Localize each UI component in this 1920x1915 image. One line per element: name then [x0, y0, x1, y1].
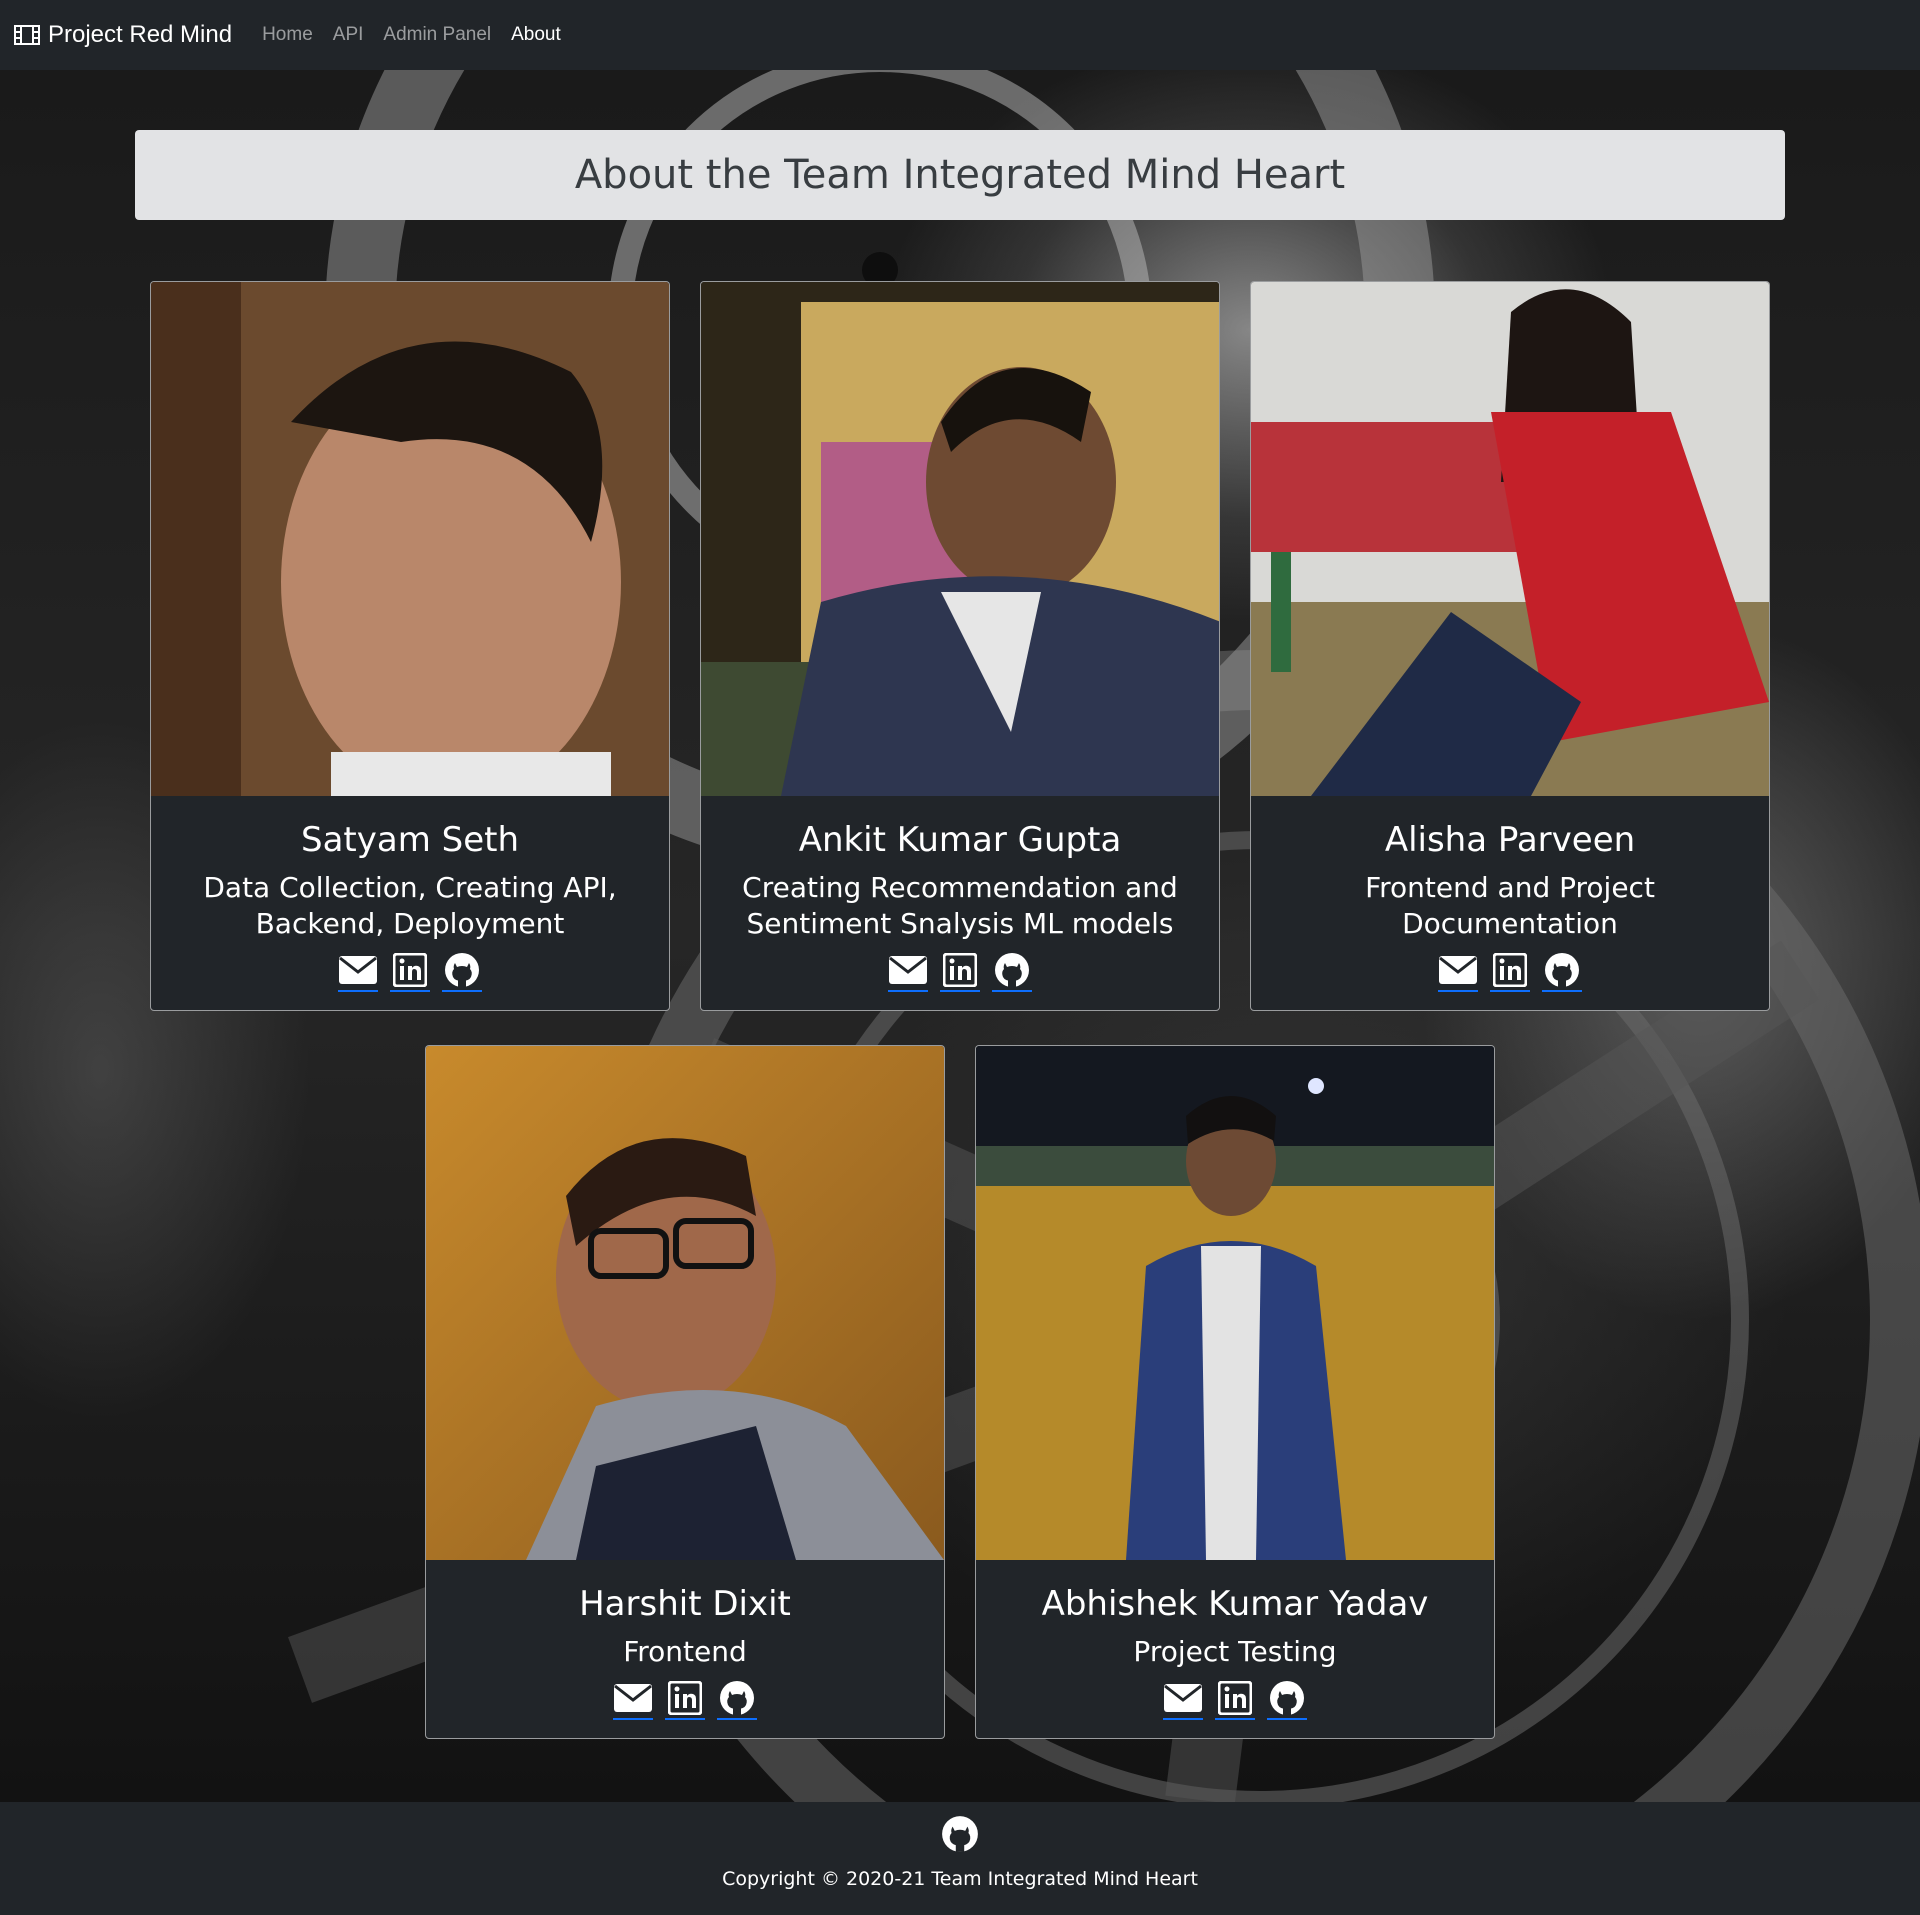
team-member-photo — [151, 282, 669, 796]
github-link[interactable] — [992, 950, 1032, 992]
member-name: Alisha Parveen — [1384, 820, 1636, 860]
email-link[interactable] — [1438, 950, 1478, 992]
member-role: Frontend and Project Documentation — [1365, 871, 1655, 940]
github-link[interactable] — [1542, 950, 1582, 992]
github-icon — [443, 951, 481, 989]
github-link[interactable] — [717, 1678, 757, 1720]
linkedin-icon — [668, 1681, 702, 1715]
github-link[interactable] — [1267, 1678, 1307, 1720]
team-member-photo — [701, 282, 1219, 796]
github-icon — [718, 1679, 756, 1717]
nav-link-api[interactable]: API — [333, 24, 364, 46]
email-link[interactable] — [338, 950, 378, 992]
linkedin-icon — [1218, 1681, 1252, 1715]
github-icon — [993, 951, 1031, 989]
email-link[interactable] — [888, 950, 928, 992]
linkedin-icon — [1493, 953, 1527, 987]
page-title: About the Team Integrated Mind Heart — [574, 152, 1346, 198]
team-member-photo — [976, 1046, 1494, 1560]
brand-name: Project Red Mind — [48, 21, 233, 48]
github-icon — [1268, 1679, 1306, 1717]
member-role: Project Testing — [1133, 1635, 1337, 1668]
envelope-icon — [1163, 1683, 1203, 1713]
team-member-photo — [426, 1046, 944, 1560]
github-icon — [1543, 951, 1581, 989]
github-icon[interactable] — [940, 1814, 980, 1854]
linkedin-link[interactable] — [665, 1678, 705, 1720]
team-card: Ankit Kumar Gupta Creating Recommendatio… — [700, 281, 1220, 1011]
github-link[interactable] — [442, 950, 482, 992]
nav-links: Home API Admin Panel About — [262, 24, 581, 46]
envelope-icon — [888, 955, 928, 985]
email-link[interactable] — [613, 1678, 653, 1720]
brand-link[interactable]: Project Red Mind — [14, 21, 232, 49]
copyright-text: Copyright © 2020-21 Team Integrated Mind… — [722, 1868, 1198, 1890]
member-name: Abhishek Kumar Yadav — [1041, 1584, 1429, 1624]
team-member-photo — [1251, 282, 1769, 796]
member-role: Data Collection, Creating API, Backend, D… — [203, 871, 617, 940]
linkedin-icon — [393, 953, 427, 987]
team-card: Alisha Parveen Frontend and Project Docum… — [1250, 281, 1770, 1011]
nav-link-about[interactable]: About — [511, 24, 561, 46]
linkedin-link[interactable] — [1490, 950, 1530, 992]
film-icon — [14, 25, 40, 45]
envelope-icon — [338, 955, 378, 985]
page-footer: Copyright © 2020-21 Team Integrated Mind… — [0, 1802, 1920, 1915]
nav-link-admin-panel[interactable]: Admin Panel — [383, 24, 491, 46]
linkedin-link[interactable] — [940, 950, 980, 992]
member-role: Creating Recommendation and Sentiment Sna… — [742, 871, 1178, 940]
member-role: Frontend — [623, 1635, 747, 1668]
team-card: Harshit Dixit Frontend — [425, 1045, 945, 1739]
top-navbar: Project Red Mind Home API Admin Panel Ab… — [0, 0, 1920, 70]
member-name: Harshit Dixit — [579, 1584, 791, 1624]
linkedin-link[interactable] — [1215, 1678, 1255, 1720]
linkedin-link[interactable] — [390, 950, 430, 992]
linkedin-icon — [943, 953, 977, 987]
about-banner: About the Team Integrated Mind Heart — [135, 130, 1785, 220]
team-card: Abhishek Kumar Yadav Project Testing — [975, 1045, 1495, 1739]
member-name: Satyam Seth — [300, 820, 519, 860]
team-card: Satyam Seth Data Collection, Creating AP… — [150, 281, 670, 1011]
member-name: Ankit Kumar Gupta — [798, 820, 1122, 860]
envelope-icon — [613, 1683, 653, 1713]
email-link[interactable] — [1163, 1678, 1203, 1720]
nav-link-home[interactable]: Home — [262, 24, 313, 46]
envelope-icon — [1438, 955, 1478, 985]
